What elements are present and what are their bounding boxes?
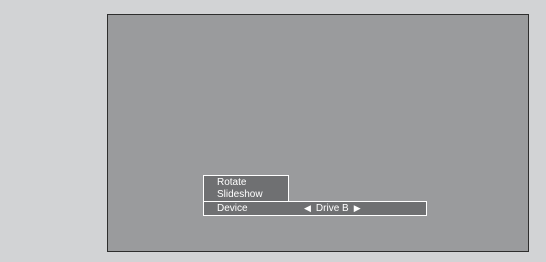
left-arrow-icon[interactable]: ◀ <box>304 202 311 215</box>
tv-screen: Rotate Slideshow Device ◀ Drive B ▶ <box>107 14 529 252</box>
menu-item-device[interactable]: Device ◀ Drive B ▶ <box>203 201 427 216</box>
menu-item-label: Device <box>217 203 248 214</box>
device-value: Drive B <box>315 203 349 214</box>
menu-item-rotate[interactable]: Rotate <box>203 175 289 189</box>
right-arrow-icon[interactable]: ▶ <box>354 202 361 215</box>
menu-item-label: Slideshow <box>217 189 263 200</box>
menu-item-slideshow[interactable]: Slideshow <box>203 188 289 201</box>
osd-menu: Rotate Slideshow Device ◀ Drive B ▶ <box>203 175 427 216</box>
device-selector[interactable]: ◀ Drive B ▶ <box>304 202 361 215</box>
